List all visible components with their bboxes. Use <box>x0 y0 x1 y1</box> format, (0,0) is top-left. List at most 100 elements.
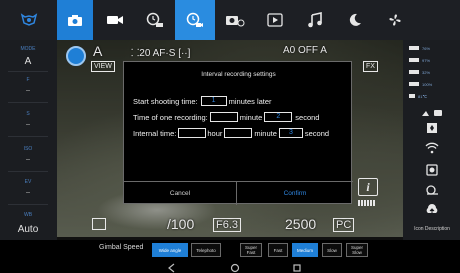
recording-time-row: Time of one recording: minute 2 second <box>133 112 319 122</box>
temperature-row: 81℃ <box>409 92 457 100</box>
wifi-button[interactable] <box>417 142 447 158</box>
iso-label: ISO <box>23 146 33 152</box>
ev-value[interactable]: -- <box>4 190 52 196</box>
aperture-label: F <box>26 77 30 83</box>
shutter-speed-value: /100 <box>167 216 195 232</box>
interval-settings-dialog: Interval recording settings Start shooti… <box>123 61 353 205</box>
exposure-panel: MODE A F -- S -- ISO -- EV -- WB Auto <box>0 40 57 240</box>
internal-time-label: Internal time: <box>133 128 177 138</box>
tab-video[interactable] <box>95 0 135 40</box>
battery-row: 97% <box>409 56 457 64</box>
medium-button[interactable]: Medium <box>292 243 318 257</box>
start-time-unit: minutes later <box>228 96 272 106</box>
thermometer-icon <box>409 94 415 98</box>
divider <box>8 136 48 137</box>
gimbal-logo-icon <box>20 13 38 27</box>
camera-icon <box>67 14 83 27</box>
iso-value[interactable]: -- <box>4 157 52 163</box>
battery-icon <box>409 58 419 62</box>
shutter-label: S <box>26 111 30 117</box>
confirm-button[interactable]: Confirm <box>237 182 353 205</box>
upload-button[interactable] <box>417 204 447 220</box>
divider <box>8 204 48 205</box>
recording-minute-unit: minute <box>239 112 263 122</box>
tab-photo[interactable] <box>57 0 93 40</box>
gimbal-speed-label: Gimbal Speed <box>99 244 144 251</box>
divider <box>8 171 48 172</box>
battery-indicator <box>358 200 376 206</box>
icon-description-link[interactable]: Icon Description <box>407 226 457 232</box>
camera-battery-value: 100% <box>422 81 433 87</box>
slow-button[interactable]: Slow <box>322 243 342 257</box>
shutter-icon <box>426 163 438 181</box>
divider <box>8 102 48 103</box>
tab-interval-recording[interactable] <box>175 0 215 40</box>
tab-gimbal-logo[interactable] <box>0 0 57 40</box>
wb-value[interactable]: Auto <box>4 224 52 235</box>
internal-second-unit: second <box>304 128 330 138</box>
tab-night[interactable] <box>335 0 375 40</box>
super-fast-button[interactable]: Super Fast <box>240 243 262 257</box>
recording-time-label: Time of one recording: <box>133 112 208 122</box>
pc-badge: PC <box>333 218 355 232</box>
start-time-row: Start shooting time: 1 minutes later <box>133 96 272 106</box>
flip-button[interactable] <box>417 122 447 138</box>
tab-motion-timelapse[interactable] <box>215 0 255 40</box>
tab-fan[interactable] <box>375 0 415 40</box>
quality-info: ⸬20 AF·S [··] <box>131 48 191 59</box>
tab-playback[interactable] <box>255 0 295 40</box>
wifi-icon <box>425 141 439 159</box>
mode-label: MODE <box>20 46 36 52</box>
view-badge: VIEW <box>91 61 115 72</box>
fan-icon <box>387 12 403 28</box>
wide-angle-button[interactable]: Wide angle <box>152 243 188 257</box>
timelapse-icon <box>146 12 164 28</box>
interval-recording-icon <box>186 12 204 28</box>
internal-time-row: Internal time: hour minute 3 second <box>133 128 329 138</box>
fast-button[interactable]: Fast <box>268 243 288 257</box>
signal-value: 76% <box>422 45 431 51</box>
recents-icon[interactable] <box>292 260 302 273</box>
memory-card-icon <box>92 218 106 230</box>
recording-second-input[interactable]: 2 <box>264 112 293 122</box>
internal-minute-input[interactable] <box>224 128 253 138</box>
cancel-button[interactable]: Cancel <box>124 182 236 205</box>
video-camera-icon <box>106 14 124 26</box>
internal-second-input[interactable]: 3 <box>278 128 303 138</box>
start-time-input[interactable]: 1 <box>200 96 227 106</box>
flip-icon <box>426 121 438 139</box>
super-slow-button[interactable]: Super Slow <box>346 243 368 257</box>
tab-music[interactable] <box>295 0 335 40</box>
gimbal-mode-button[interactable] <box>417 106 447 122</box>
status-info: A0 OFF A <box>283 45 327 56</box>
shutter-value[interactable]: -- <box>4 122 52 128</box>
gimbal-speed-bar <box>0 240 460 258</box>
shutter-button[interactable] <box>66 46 86 66</box>
play-icon <box>267 13 283 27</box>
internal-hour-unit: hour <box>207 128 223 138</box>
telephoto-button[interactable]: Telephoto <box>191 243 221 257</box>
internal-hour-input[interactable] <box>178 128 207 138</box>
signal-row: 76% <box>409 44 457 52</box>
fx-badge: FX <box>363 61 378 72</box>
slow-motion-button[interactable] <box>417 184 447 200</box>
upload-icon <box>425 203 439 221</box>
aperture-value[interactable]: -- <box>4 88 52 94</box>
status-panel: 76% 97% 32% 100% 81℃ Icon Description <box>403 40 460 240</box>
recording-minute-input[interactable] <box>209 112 238 122</box>
divider <box>8 71 48 72</box>
tab-timelapse[interactable] <box>135 0 175 40</box>
shots-remaining: 2500 <box>285 216 317 232</box>
battery-value: 97% <box>422 57 431 63</box>
home-icon[interactable] <box>230 260 240 273</box>
camera-battery-icon <box>409 82 419 86</box>
ev-label: EV <box>24 179 32 185</box>
top-toolbar <box>0 0 460 40</box>
info-button[interactable]: i <box>358 178 378 196</box>
shutter-settings-button[interactable] <box>417 164 447 180</box>
snail-icon <box>425 183 439 201</box>
mode-value[interactable]: A <box>4 56 52 67</box>
temperature-value: 81℃ <box>418 93 427 99</box>
motion-timelapse-icon <box>225 13 245 27</box>
back-icon[interactable] <box>168 260 176 273</box>
